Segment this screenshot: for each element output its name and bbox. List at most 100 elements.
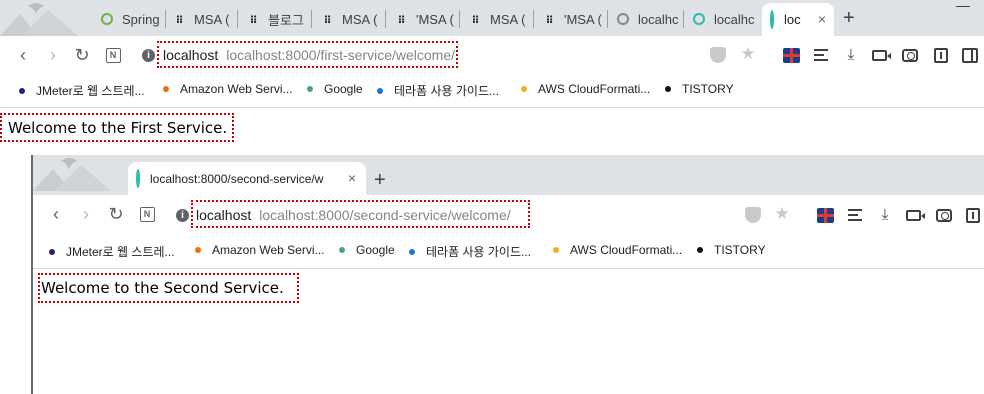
tab-label: MSA ( [194, 11, 230, 27]
tab-label: MSA ( [490, 11, 526, 27]
minimize-icon[interactable] [956, 6, 970, 7]
forward-icon[interactable]: › [42, 44, 64, 66]
outer-tab-strip: Spring ⁝⁝ MSA ( ⁝⁝ 블로그 ⁝⁝ MSA ( ⁝⁝ 'MSA … [0, 0, 984, 36]
new-tab-button[interactable]: + [374, 170, 386, 190]
tab-active-localhost[interactable]: loc × [762, 3, 834, 36]
tab-msa-3[interactable]: ⁝⁝ 'MSA ( [394, 8, 460, 30]
n-extension-icon[interactable]: N [136, 203, 158, 225]
uk-flag-icon[interactable] [816, 206, 834, 224]
spring-icon [100, 12, 114, 26]
tab-spring[interactable]: Spring [100, 8, 166, 30]
github-icon: ⁝⁝ [175, 13, 183, 26]
back-icon[interactable]: ‹ [12, 44, 34, 66]
github-icon: ⁝⁝ [545, 13, 553, 26]
bookmark-google[interactable]: Google [307, 82, 363, 96]
bookmark-dot-icon [19, 87, 25, 94]
playlist-icon[interactable] [846, 206, 864, 224]
inner-tab-strip: localhost:8000/second-service/w × + [33, 155, 984, 195]
highlight-box [0, 113, 234, 142]
loading-icon [770, 10, 774, 29]
tab-active-second-service[interactable]: localhost:8000/second-service/w × [128, 162, 366, 195]
bookmark-label: Amazon Web Servi... [180, 82, 293, 96]
bookmark-label: 테라폼 사용 가이드... [394, 84, 499, 98]
star-icon[interactable]: ★ [773, 204, 791, 223]
shield-icon[interactable] [744, 206, 762, 224]
loading-icon [692, 12, 706, 26]
tab-msa-2[interactable]: ⁝⁝ MSA ( [320, 8, 386, 30]
download-icon[interactable]: ⤓ [842, 45, 860, 63]
n-extension-icon[interactable]: N [102, 44, 124, 66]
bookmark-dot-icon [665, 86, 671, 92]
bookmark-label: Amazon Web Servi... [212, 243, 325, 257]
bookmark-terraform[interactable]: 테라폼 사용 가이드... [409, 243, 531, 260]
bookmark-aws[interactable]: Amazon Web Servi... [163, 82, 293, 96]
close-icon[interactable]: × [818, 11, 826, 27]
site-info-icon[interactable]: i [142, 49, 155, 62]
shield-icon[interactable] [709, 46, 727, 64]
github-icon: ⁝⁝ [323, 13, 331, 26]
tab-label: loc [784, 12, 801, 27]
tab-label: Spring [122, 11, 160, 27]
screenshot-root: Spring ⁝⁝ MSA ( ⁝⁝ 블로그 ⁝⁝ MSA ( ⁝⁝ 'MSA … [0, 0, 984, 394]
video-icon[interactable] [870, 46, 891, 64]
bookmark-aws[interactable]: Amazon Web Servi... [195, 243, 325, 257]
close-icon[interactable]: × [348, 170, 356, 186]
tab-blog[interactable]: ⁝⁝ 블로그 [246, 8, 312, 30]
tab-label: localhc [638, 11, 679, 27]
tab-separator [459, 10, 460, 28]
bookmark-jmeter[interactable]: JMeter로 웹 스트레... [19, 82, 145, 99]
bookmark-dot-icon [339, 247, 345, 253]
back-icon[interactable]: ‹ [45, 203, 67, 225]
tab-msa-5[interactable]: ⁝⁝ 'MSA ( [542, 8, 608, 30]
tab-msa-1[interactable]: ⁝⁝ MSA ( [172, 8, 238, 30]
github-icon: ⁝⁝ [397, 13, 405, 26]
bookmark-cloudformation[interactable]: AWS CloudFormati... [553, 243, 682, 257]
tab-label: localhc [714, 11, 755, 27]
github-icon: ⁝⁝ [471, 13, 479, 26]
reload-icon[interactable]: ↻ [71, 44, 93, 66]
bookmark-dot-icon [697, 247, 703, 253]
bookmark-dot-icon [195, 247, 201, 253]
star-icon[interactable]: ★ [739, 44, 757, 63]
forward-icon[interactable]: › [75, 203, 97, 225]
tab-separator [311, 10, 312, 28]
bookmark-jmeter[interactable]: JMeter로 웹 스트레... [49, 243, 175, 260]
bookmark-label: AWS CloudFormati... [570, 243, 683, 257]
new-tab-button[interactable]: + [843, 8, 855, 28]
bookmark-label: 테라폼 사용 가이드... [426, 245, 531, 259]
highlight-box [157, 41, 458, 68]
bookmark-cloudformation[interactable]: AWS CloudFormati... [521, 82, 650, 96]
outer-toolbar: ‹ › ↻ N i localhost localhost:8000/first… [0, 36, 984, 74]
inner-browser-window: localhost:8000/second-service/w × + ‹ › … [31, 155, 984, 394]
camera-icon[interactable] [935, 206, 953, 224]
bookmark-dot-icon [521, 86, 527, 92]
info-panel-icon[interactable] [932, 46, 950, 64]
download-icon[interactable]: ⤓ [876, 205, 894, 223]
tab-separator [533, 10, 534, 28]
bookmark-tistory[interactable]: TISTORY [697, 243, 766, 257]
tab-localhost-1[interactable]: localhc [616, 8, 684, 30]
info-panel-icon[interactable] [964, 206, 982, 224]
bookmark-label: TISTORY [714, 243, 766, 257]
tab-label: 'MSA ( [416, 11, 454, 27]
bookmark-label: Google [324, 82, 363, 96]
playlist-icon[interactable] [812, 46, 830, 64]
uk-flag-icon[interactable] [782, 46, 800, 64]
site-info-icon[interactable]: i [176, 209, 189, 222]
sidebar-icon[interactable] [961, 46, 979, 64]
bookmark-label: JMeter로 웹 스트레... [36, 84, 145, 98]
bookmark-google[interactable]: Google [339, 243, 395, 257]
reload-icon[interactable]: ↻ [105, 203, 127, 225]
tab-msa-4[interactable]: ⁝⁝ MSA ( [468, 8, 534, 30]
bookmark-terraform[interactable]: 테라폼 사용 가이드... [377, 82, 499, 99]
bookmark-dot-icon [409, 248, 415, 255]
bookmark-label: TISTORY [682, 82, 734, 96]
tab-separator [683, 10, 684, 28]
tab-label: localhost:8000/second-service/w [150, 171, 324, 186]
bookmark-tistory[interactable]: TISTORY [665, 82, 734, 96]
bookmark-dot-icon [553, 247, 559, 253]
camera-icon[interactable] [901, 46, 919, 64]
highlight-box [38, 273, 299, 303]
video-icon[interactable] [904, 206, 925, 224]
tab-localhost-2[interactable]: localhc [692, 8, 756, 30]
